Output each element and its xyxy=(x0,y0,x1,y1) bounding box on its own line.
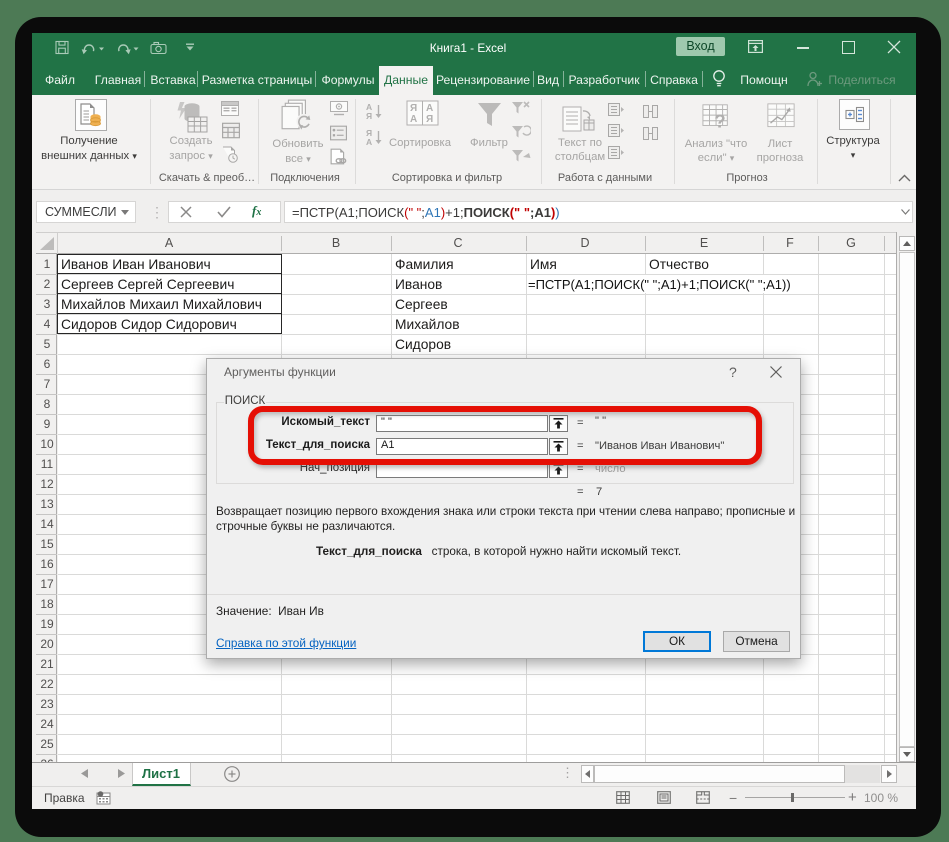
svg-text:Я: Я xyxy=(366,111,372,121)
svg-text:?: ? xyxy=(714,110,725,131)
svg-text:А: А xyxy=(410,114,417,125)
svg-text:А: А xyxy=(366,137,372,147)
svg-text:А: А xyxy=(426,103,433,114)
svg-text:Я: Я xyxy=(410,103,417,114)
svg-text:Я: Я xyxy=(426,114,433,125)
